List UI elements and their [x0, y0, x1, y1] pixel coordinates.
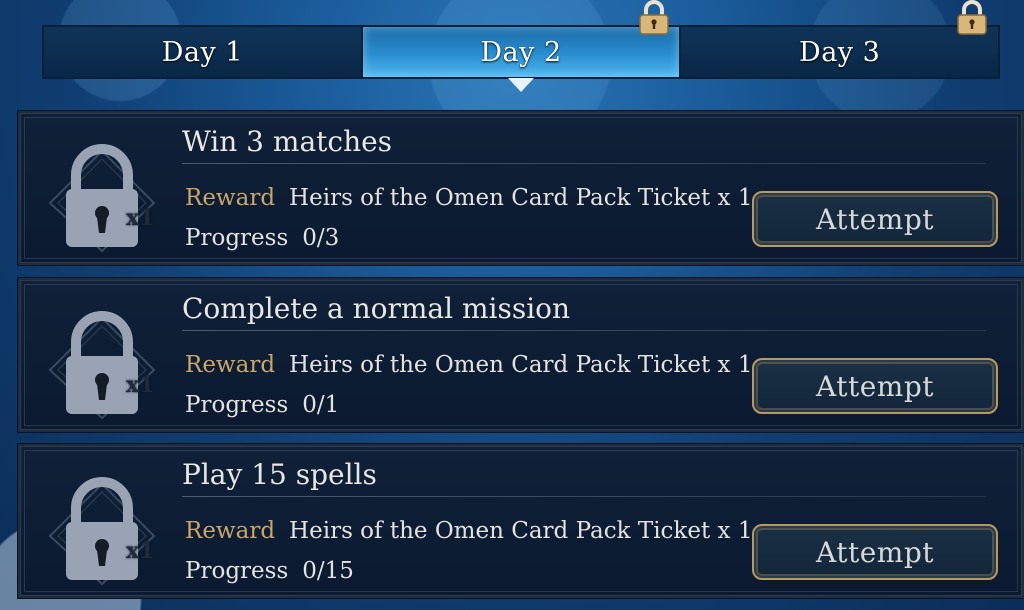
reward-quantity: x1	[126, 205, 155, 231]
progress-label: Progress	[185, 558, 289, 584]
reward-row: Reward Heirs of the Omen Card Pack Ticket…	[185, 352, 752, 378]
progress-row: Progress 0/15	[185, 558, 354, 584]
mission-card: x1 Complete a normal mission Reward Heirs…	[18, 278, 1024, 432]
progress-value: 0/1	[302, 392, 340, 418]
tab-day-3-label: Day 3	[799, 36, 881, 68]
mission-title: Complete a normal mission	[182, 292, 571, 325]
day-tabs: Day 1 Day 2 Day 3	[42, 25, 1000, 79]
reward-row: Reward Heirs of the Omen Card Pack Ticket…	[185, 518, 752, 544]
divider	[182, 163, 986, 164]
tab-day-1-label: Day 1	[161, 36, 243, 68]
mission-card: x1 Win 3 matches Reward Heirs of the Omen…	[18, 111, 1024, 265]
reward-quantity: x1	[126, 372, 155, 398]
divider	[182, 330, 986, 331]
divider	[182, 496, 986, 497]
progress-label: Progress	[185, 225, 289, 251]
reward-value: Heirs of the Omen Card Pack Ticket x 1	[289, 352, 753, 378]
reward-label: Reward	[185, 185, 276, 211]
tab-lock-icon	[957, 0, 987, 35]
tab-day-2[interactable]: Day 2	[362, 27, 682, 77]
active-tab-pointer	[508, 78, 534, 92]
reward-row: Reward Heirs of the Omen Card Pack Ticket…	[185, 185, 752, 211]
padlock-icon	[48, 311, 156, 420]
reward-quantity: x1	[126, 538, 155, 564]
reward-label: Reward	[185, 518, 276, 544]
progress-row: Progress 0/1	[185, 392, 339, 418]
attempt-button[interactable]: Attempt	[752, 191, 998, 247]
reward-label: Reward	[185, 352, 276, 378]
tab-lock-icon	[639, 0, 669, 35]
progress-value: 0/3	[302, 225, 340, 251]
reward-value: Heirs of the Omen Card Pack Ticket x 1	[289, 518, 753, 544]
tab-day-1[interactable]: Day 1	[44, 27, 363, 77]
padlock-icon	[48, 144, 156, 253]
mission-card: x1 Play 15 spells Reward Heirs of the Ome…	[18, 444, 1024, 598]
progress-label: Progress	[185, 392, 289, 418]
tab-day-3[interactable]: Day 3	[681, 27, 999, 77]
tab-day-2-label: Day 2	[480, 36, 562, 68]
mission-title: Win 3 matches	[182, 125, 393, 158]
progress-row: Progress 0/3	[185, 225, 339, 251]
attempt-button[interactable]: Attempt	[752, 358, 998, 414]
attempt-button[interactable]: Attempt	[752, 524, 998, 580]
padlock-icon	[48, 477, 156, 586]
progress-value: 0/15	[302, 558, 354, 584]
mission-title: Play 15 spells	[182, 458, 377, 491]
reward-value: Heirs of the Omen Card Pack Ticket x 1	[289, 185, 753, 211]
